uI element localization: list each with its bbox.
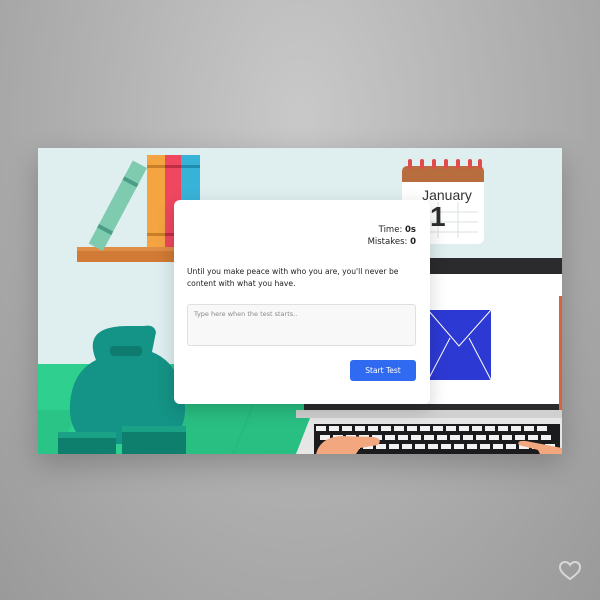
typing-input[interactable] <box>187 304 416 346</box>
start-test-button[interactable]: Start Test <box>350 360 416 381</box>
mistakes-value: 0 <box>410 237 416 247</box>
mail-icon <box>427 309 492 381</box>
timer: Time: 0s <box>368 224 416 236</box>
calendar-day: 1 <box>430 201 446 232</box>
mistakes: Mistakes: 0 <box>368 236 416 248</box>
heart-icon <box>559 561 581 581</box>
app-screenshot: January 1 Time: 0s Mistakes: 0 Until you… <box>38 148 562 454</box>
stats: Time: 0s Mistakes: 0 <box>368 224 416 248</box>
mistakes-label: Mistakes: <box>367 237 408 247</box>
time-value: 0s <box>405 225 416 235</box>
time-label: Time: <box>378 225 403 235</box>
typing-test-card: Time: 0s Mistakes: 0 Until you make peac… <box>174 200 430 404</box>
test-quote: Until you make peace with who you are, y… <box>187 267 399 288</box>
